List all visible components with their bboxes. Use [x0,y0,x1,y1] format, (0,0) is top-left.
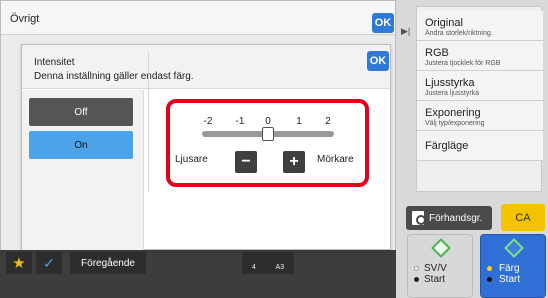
settings-item-color-mode[interactable]: Färgläge [417,131,543,161]
settings-panel: Original Ändra storlek/riktning. RGB Jus… [416,6,543,192]
indicator-dot [414,266,419,271]
preview-label: Förhandsgr. [429,212,483,224]
settings-item-title: Original [425,17,463,29]
start-bw-label: SV/V Start [424,263,447,285]
slider-tick-label: 0 [265,116,271,127]
settings-item-subtitle: Justera tjocklek för RGB [425,60,501,67]
settings-item-rgb[interactable]: RGB Justera tjocklek för RGB [417,41,543,71]
start-bw-line2: Start [424,274,446,285]
settings-item-brightness[interactable]: Ljusstyrka Justera ljusstyrka [417,71,543,101]
dialog-title: Övrigt [10,13,40,25]
indicator-dot [414,277,419,282]
lighter-label: Ljusare [175,154,208,165]
paper-count: 4 [251,264,256,271]
settings-item-subtitle: Justera ljusstyrka [425,90,480,97]
dialog-title: Intensitet [34,57,75,68]
darker-label: Mörkare [317,154,354,165]
slider-tick-label: 2 [325,116,331,127]
settings-item-title: Ljusstyrka [425,77,475,89]
preview-icon [412,211,426,225]
option-off-button[interactable]: Off [29,98,133,126]
settings-item-title: Färgläge [425,140,469,152]
start-bw-button[interactable]: SV/V Start [407,234,473,298]
clear-all-button[interactable]: CA [501,204,545,231]
dialog-header: Övrigt OK [1,1,395,35]
checkmark-icon[interactable]: ✓ [36,252,62,274]
start-color-line2: Start [499,274,521,285]
start-bw-line1: SV/V [424,263,447,274]
start-color-line1: Färg [499,263,520,274]
indicator-dot [487,266,492,271]
paper-size: A3 [275,264,285,271]
previous-button[interactable]: Föregående [70,252,146,274]
paper-indicator: 4 A3 [242,252,294,274]
settings-item-subtitle: Ändra storlek/riktning. [425,30,493,37]
indicator-dot [487,277,492,282]
settings-item-subtitle: Välj typ/exponering [425,120,485,127]
ok-button[interactable]: OK [372,13,394,33]
slider-tick-label: 1 [296,116,302,127]
settings-item-title: RGB [425,47,449,59]
option-on-button[interactable]: On [29,131,133,159]
dialog-header: Intensitet Denna inställning gäller enda… [22,45,390,89]
highlight-frame [166,99,369,187]
start-color-label: Färg Start [499,263,520,285]
panel-expand-icon[interactable]: ▶| [401,26,413,38]
ok-button[interactable]: OK [367,51,389,71]
divider [148,52,149,192]
settings-item-original[interactable]: Original Ändra storlek/riktning. [417,11,543,41]
start-icon [431,238,451,258]
preview-button[interactable]: Förhandsgr. [406,206,492,230]
intensity-slider-handle[interactable] [262,127,274,141]
decrease-button[interactable]: − [235,151,257,173]
increase-button[interactable]: + [283,151,305,173]
slider-tick-label: -1 [235,116,245,127]
dialog-description: Denna inställning gäller endast färg. [34,71,194,82]
favorite-star-icon[interactable]: ★ [6,252,32,274]
slider-tick-label: -2 [203,116,213,127]
settings-item-title: Exponering [425,107,481,119]
start-color-button[interactable]: Färg Start [480,234,546,298]
start-icon [504,238,524,258]
settings-item-exposure[interactable]: Exponering Välj typ/exponering [417,101,543,131]
